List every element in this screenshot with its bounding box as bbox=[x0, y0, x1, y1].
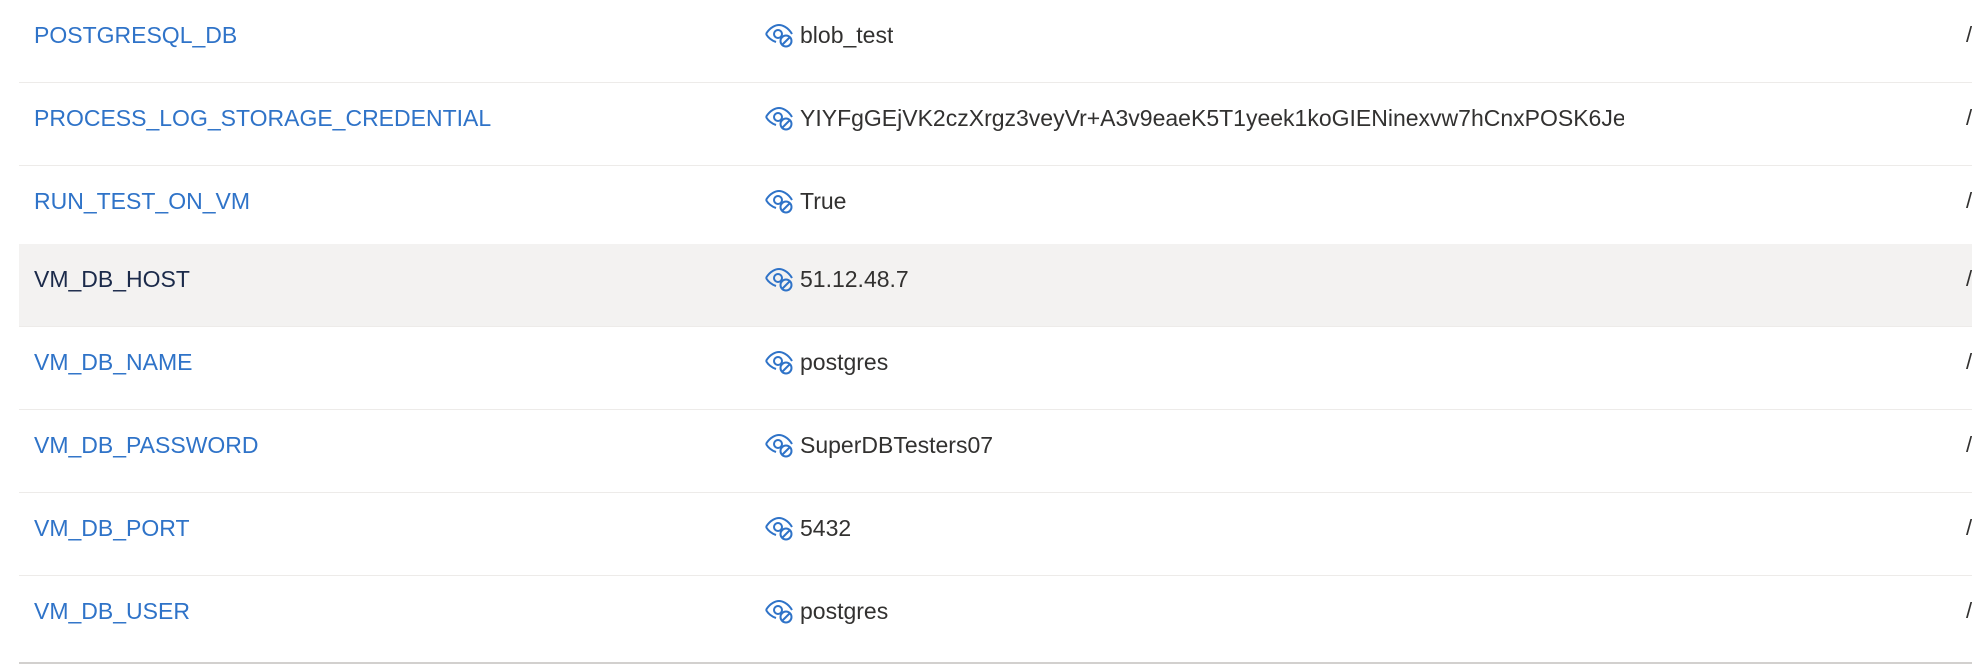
truncated-column-edge: / bbox=[1966, 598, 1972, 623]
variable-name-link[interactable]: POSTGRESQL_DB bbox=[34, 0, 237, 83]
eye-hide-icon[interactable] bbox=[764, 598, 794, 624]
variable-value-cell: True bbox=[764, 166, 846, 236]
eye-hide-icon[interactable] bbox=[764, 432, 794, 458]
variable-name-link[interactable]: VM_DB_PASSWORD bbox=[34, 410, 259, 493]
truncated-column-edge: / bbox=[1966, 188, 1972, 213]
table-row[interactable]: VM_DB_NAME postgres / bbox=[19, 327, 1972, 410]
table-row[interactable]: VM_DB_PORT 5432 / bbox=[19, 493, 1972, 576]
eye-hide-icon[interactable] bbox=[764, 515, 794, 541]
eye-hide-icon[interactable] bbox=[764, 105, 794, 131]
variable-value: True bbox=[800, 187, 847, 214]
variable-value-cell: YIYFgGEjVK2czXrgz3veyVr+A3v9eaeK5T1yeek1… bbox=[764, 83, 1624, 153]
variable-value-cell: SuperDBTesters07 bbox=[764, 410, 993, 480]
variable-value: blob_test bbox=[800, 21, 894, 48]
variable-name-link[interactable]: RUN_TEST_ON_VM bbox=[34, 166, 250, 249]
table-row-selected[interactable]: VM_DB_HOST 51.12.48.7 / bbox=[19, 244, 1972, 327]
eye-hide-icon[interactable] bbox=[764, 22, 794, 48]
variable-value: SuperDBTesters07 bbox=[800, 431, 994, 458]
variable-value-cell: 5432 bbox=[764, 493, 851, 563]
table-row[interactable]: VM_DB_USER postgres / bbox=[19, 576, 1972, 659]
variable-name-link[interactable]: VM_DB_USER bbox=[34, 576, 190, 659]
variable-value-cell: postgres bbox=[764, 327, 888, 397]
variable-name-link[interactable]: VM_DB_HOST bbox=[34, 244, 190, 327]
table-bottom-divider bbox=[19, 662, 1972, 664]
eye-hide-icon[interactable] bbox=[764, 266, 794, 292]
truncated-column-edge: / bbox=[1966, 266, 1972, 291]
variable-value: postgres bbox=[800, 348, 889, 375]
variable-value-cell: 51.12.48.7 bbox=[764, 244, 909, 314]
variable-value: 51.12.48.7 bbox=[800, 265, 909, 292]
table-row[interactable]: POSTGRESQL_DB blob_test / bbox=[19, 0, 1972, 83]
truncated-column-edge: / bbox=[1966, 349, 1972, 374]
truncated-column-edge: / bbox=[1966, 105, 1972, 130]
variable-value: YIYFgGEjVK2czXrgz3veyVr+A3v9eaeK5T1yeek1… bbox=[800, 104, 1624, 131]
variable-value: postgres bbox=[800, 597, 889, 624]
eye-hide-icon[interactable] bbox=[764, 349, 794, 375]
variable-value: 5432 bbox=[800, 514, 852, 541]
table-row[interactable]: RUN_TEST_ON_VM True / bbox=[19, 166, 1972, 249]
variable-value-cell: postgres bbox=[764, 576, 888, 646]
variable-value-cell: blob_test bbox=[764, 0, 893, 70]
truncated-column-edge: / bbox=[1966, 515, 1972, 540]
variable-name-link[interactable]: PROCESS_LOG_STORAGE_CREDENTIAL bbox=[34, 83, 491, 166]
truncated-column-edge: / bbox=[1966, 22, 1972, 47]
variable-name-link[interactable]: VM_DB_PORT bbox=[34, 493, 190, 576]
table-row[interactable]: VM_DB_PASSWORD SuperDBTesters07 / bbox=[19, 410, 1972, 493]
table-row[interactable]: PROCESS_LOG_STORAGE_CREDENTIAL YIYFgGEjV… bbox=[19, 83, 1972, 166]
eye-hide-icon[interactable] bbox=[764, 188, 794, 214]
variable-name-link[interactable]: VM_DB_NAME bbox=[34, 327, 192, 410]
truncated-column-edge: / bbox=[1966, 432, 1972, 457]
